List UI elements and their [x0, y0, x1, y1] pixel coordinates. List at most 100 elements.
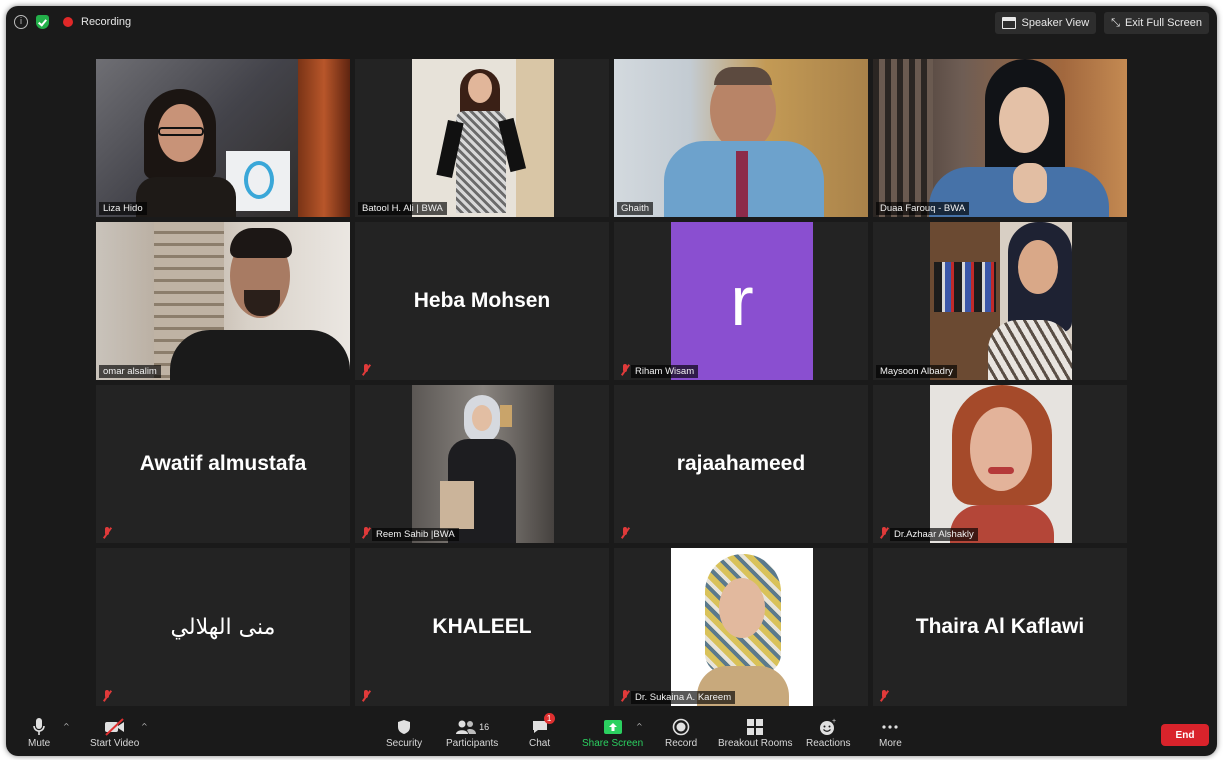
participant-display-name: KHALEEL — [432, 615, 532, 638]
participant-tile-heba[interactable]: Heba Mohsen — [355, 222, 609, 380]
chat-button[interactable]: 1 Chat — [529, 713, 555, 749]
exit-full-screen-label: Exit Full Screen — [1124, 17, 1202, 29]
participant-display-name: منى الهلالي — [170, 614, 276, 640]
chat-bubble-icon: 1 — [531, 713, 555, 738]
muted-mic-icon — [620, 527, 630, 539]
more-dots-icon — [881, 716, 899, 738]
participant-tile-azhaar[interactable]: Dr.Azhaar Alshakly — [873, 385, 1127, 543]
muted-mic-icon — [620, 364, 630, 376]
participant-display-name: rajaahameed — [676, 452, 806, 475]
more-button[interactable]: More — [879, 716, 902, 749]
security-shield-icon — [397, 716, 411, 738]
breakout-rooms-button[interactable]: Breakout Rooms — [718, 716, 792, 749]
end-meeting-button[interactable]: End — [1161, 724, 1209, 746]
video-feed — [614, 59, 868, 217]
participant-name: Dr.Azhaar Alshakly — [890, 528, 978, 541]
chat-badge: 1 — [543, 713, 555, 724]
recording-label: Recording — [81, 16, 132, 28]
participant-tile-ghaith[interactable]: Ghaith — [614, 59, 868, 217]
video-feed — [412, 385, 554, 543]
video-feed — [873, 59, 1127, 217]
mute-label: Mute — [28, 738, 51, 749]
muted-mic-icon — [879, 527, 889, 539]
participant-tile-rajaa[interactable]: rajaahameed — [614, 385, 868, 543]
meeting-status: i Recording — [14, 15, 131, 29]
video-feed — [96, 59, 350, 217]
participant-name: Batool H. Ali | BWA — [358, 202, 447, 215]
video-feed — [412, 59, 554, 217]
speaker-view-button[interactable]: Speaker View — [995, 12, 1097, 34]
participant-tile-liza-hido[interactable]: Liza Hido — [96, 59, 350, 217]
encryption-shield-icon[interactable] — [36, 15, 49, 29]
participant-display-name: Thaira Al Kaflawi — [915, 615, 1085, 638]
participant-name: Dr. Sukaina A. Kareem — [631, 691, 736, 704]
participant-tile-riham[interactable]: r Riham Wisam — [614, 222, 868, 380]
participant-tile-awatif[interactable]: Awatif almustafa — [96, 385, 350, 543]
participants-label: Participants — [446, 738, 499, 749]
participant-tile-khaleel[interactable]: KHALEEL — [355, 548, 609, 706]
more-label: More — [879, 738, 902, 749]
security-label: Security — [386, 738, 423, 749]
info-icon[interactable]: i — [14, 15, 28, 29]
participant-name: Reem Sahib |BWA — [372, 528, 459, 541]
video-off-icon — [104, 716, 126, 738]
record-icon — [672, 716, 690, 738]
avatar: r — [671, 222, 813, 380]
start-video-label: Start Video — [90, 738, 140, 749]
participant-tile-reem[interactable]: Reem Sahib |BWA — [355, 385, 609, 543]
muted-mic-icon — [102, 527, 112, 539]
participant-tile-sukaina[interactable]: Dr. Sukaina A. Kareem — [614, 548, 868, 706]
participant-name: Riham Wisam — [631, 365, 699, 378]
speaker-view-icon — [1002, 17, 1017, 29]
participant-name: Maysoon Albadry — [876, 365, 957, 378]
reactions-smiley-icon: + — [819, 716, 837, 738]
svg-text:+: + — [832, 718, 836, 725]
video-feed — [930, 385, 1072, 543]
muted-mic-icon — [102, 690, 112, 702]
chat-label: Chat — [529, 738, 551, 749]
video-feed — [96, 222, 350, 380]
participant-tile-batool[interactable]: Batool H. Ali | BWA — [355, 59, 609, 217]
exit-full-screen-button[interactable]: ⤡ Exit Full Screen — [1104, 12, 1209, 34]
muted-mic-icon — [361, 364, 371, 376]
video-options-chevron-icon[interactable]: ^ — [141, 722, 148, 731]
mute-button[interactable]: Mute — [28, 716, 50, 749]
participants-count: 16 — [479, 722, 490, 732]
participant-tile-maysoon[interactable]: Maysoon Albadry — [873, 222, 1127, 380]
participant-tile-omar[interactable]: omar alsalim — [96, 222, 350, 380]
share-screen-icon — [603, 716, 623, 738]
reactions-label: Reactions — [806, 738, 851, 749]
record-button[interactable]: Record — [665, 716, 697, 749]
breakout-rooms-icon — [746, 716, 764, 738]
participant-tile-muna[interactable]: منى الهلالي — [96, 548, 350, 706]
mute-options-chevron-icon[interactable]: ^ — [63, 722, 70, 731]
participant-display-name: Awatif almustafa — [139, 452, 307, 475]
participants-icon: 16 — [455, 716, 489, 738]
participant-name: Liza Hido — [99, 202, 147, 215]
meeting-toolbar: Mute ^ Start Video ^ Security 16 Partici… — [6, 710, 1217, 756]
share-screen-button[interactable]: Share Screen — [582, 716, 643, 749]
top-bar: i Recording Speaker View ⤡ Exit Full Scr… — [6, 6, 1217, 40]
participant-tile-thaira[interactable]: Thaira Al Kaflawi — [873, 548, 1127, 706]
exit-full-screen-icon: ⤡ — [1111, 16, 1120, 29]
share-options-chevron-icon[interactable]: ^ — [636, 722, 643, 731]
start-video-button[interactable]: Start Video — [90, 716, 139, 749]
participant-name: omar alsalim — [99, 365, 161, 378]
participant-name: Duaa Farouq - BWA — [876, 202, 970, 215]
participant-display-name: Heba Mohsen — [413, 289, 551, 312]
participant-tile-duaa[interactable]: Duaa Farouq - BWA — [873, 59, 1127, 217]
recording-dot-icon — [63, 17, 73, 27]
record-label: Record — [665, 738, 698, 749]
speaker-view-label: Speaker View — [1021, 17, 1090, 29]
muted-mic-icon — [620, 690, 630, 702]
security-button[interactable]: Security — [386, 716, 422, 749]
share-screen-label: Share Screen — [582, 738, 644, 749]
reactions-button[interactable]: + Reactions — [806, 716, 850, 749]
video-feed — [671, 548, 813, 706]
muted-mic-icon — [879, 690, 889, 702]
participant-name: Ghaith — [617, 202, 653, 215]
zoom-window: i Recording Speaker View ⤡ Exit Full Scr… — [6, 6, 1217, 756]
muted-mic-icon — [361, 527, 371, 539]
gallery-grid: Liza Hido Batool H. Ali | BWA Ghaith Dua… — [96, 59, 1128, 709]
participants-button[interactable]: 16 Participants — [446, 716, 498, 749]
